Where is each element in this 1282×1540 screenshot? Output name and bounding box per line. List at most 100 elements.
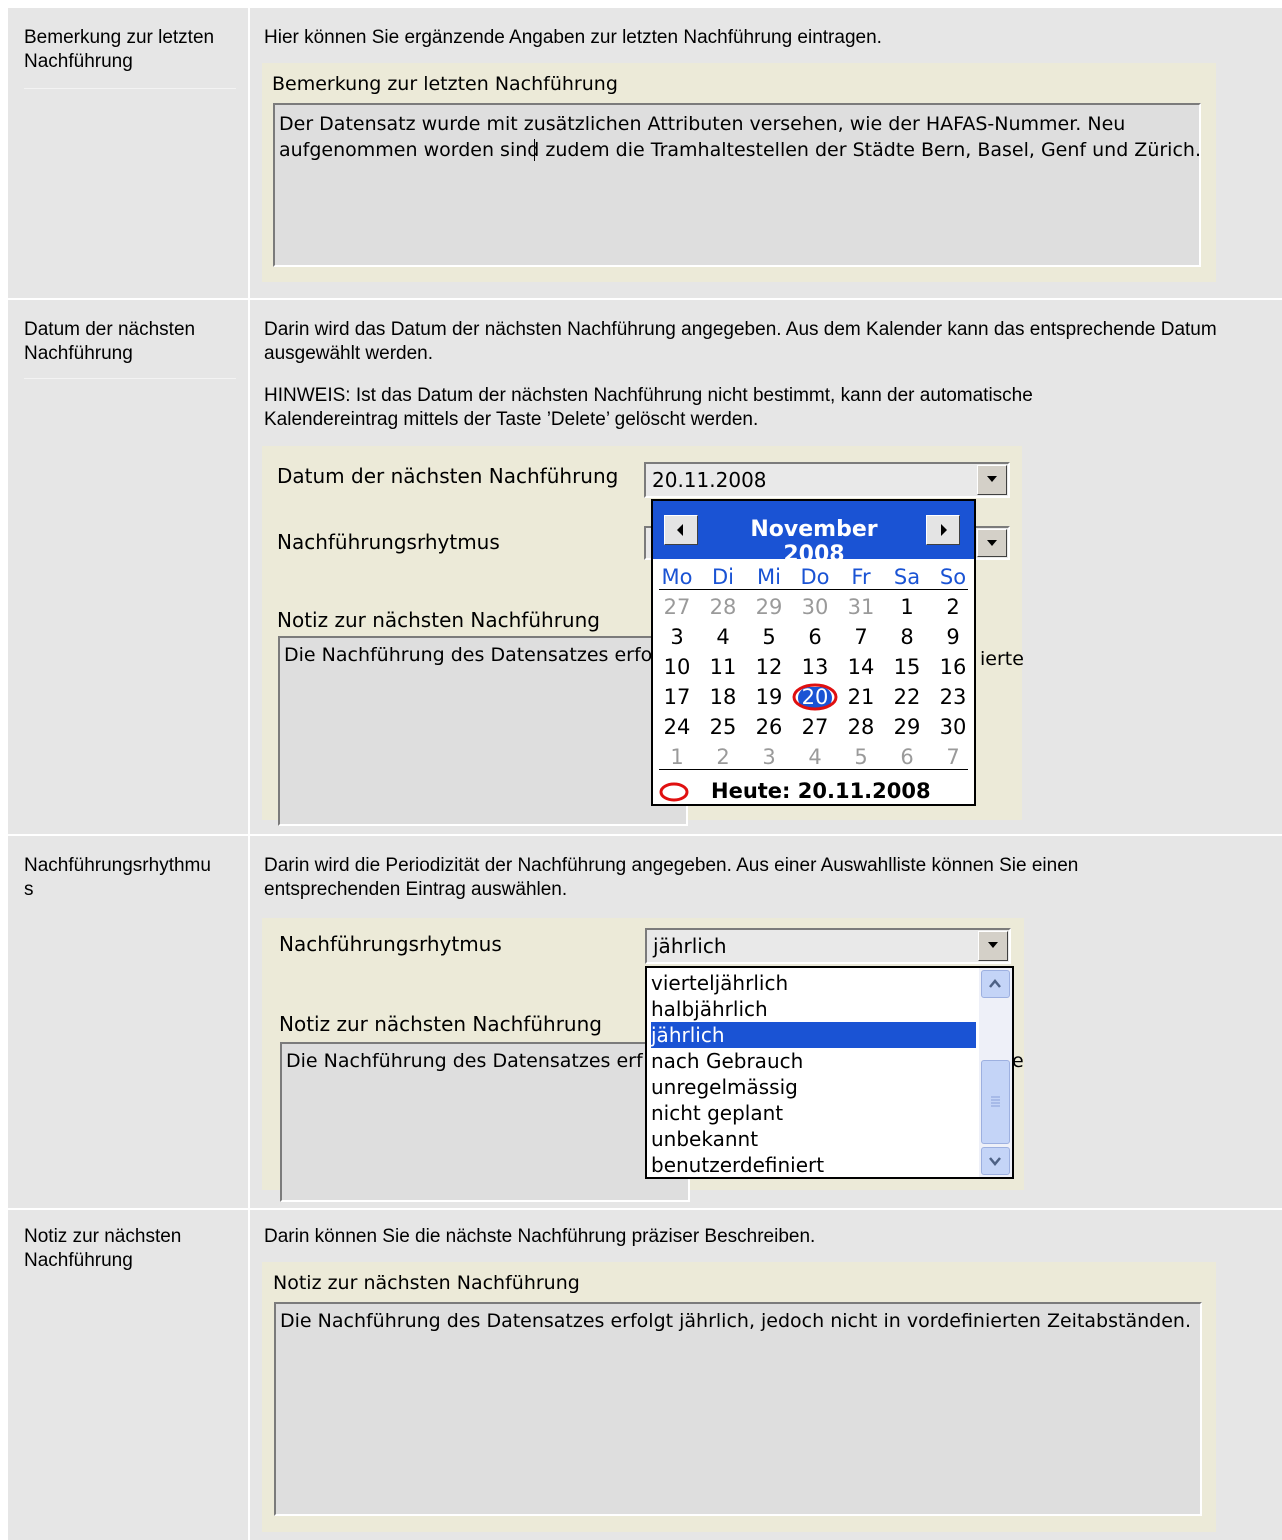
calendar-month-title: November 2008 [750, 517, 878, 567]
notiz-textarea[interactable]: Die Nachführung des Datensatzes erfolgt … [274, 1302, 1202, 1516]
textarea-line: aufgenommen worden sind zudem die Tramha… [279, 139, 1201, 161]
date-combobox[interactable]: 20.11.2008 [644, 462, 1010, 498]
list-option[interactable]: nicht geplant [651, 1100, 976, 1126]
weekday-header: Mo [661, 565, 693, 589]
calendar-day[interactable]: 25 [701, 715, 745, 739]
chevron-down-icon [987, 540, 997, 546]
calendar-day[interactable]: 21 [839, 685, 883, 709]
dropdown-button[interactable] [978, 931, 1008, 961]
calendar-day[interactable]: 2 [701, 745, 745, 769]
calendar-day[interactable]: 6 [885, 745, 929, 769]
calendar-day[interactable]: 10 [655, 655, 699, 679]
scroll-up-button[interactable] [981, 970, 1010, 998]
calendar-day[interactable]: 12 [747, 655, 791, 679]
list-option[interactable]: unregelmässig [651, 1074, 976, 1100]
row-divider [8, 298, 1282, 300]
note-textarea[interactable]: Die Nachführung des Datensatzes erfo [278, 636, 688, 826]
grip-icon [991, 1096, 1000, 1107]
calendar-day[interactable]: 28 [839, 715, 883, 739]
arrow-right-icon [941, 524, 947, 536]
calendar-day[interactable]: 24 [655, 715, 699, 739]
list-option[interactable]: vierteljährlich [651, 970, 976, 996]
rhythm-dropdown-list[interactable]: vierteljährlich halbjährlich jährlich nach … [645, 966, 1014, 1179]
list-option[interactable]: unbekannt [651, 1126, 976, 1152]
calendar-day[interactable]: 4 [793, 745, 837, 769]
calendar-day[interactable]: 23 [931, 685, 975, 709]
list-option[interactable]: halbjährlich [651, 996, 976, 1022]
calendar-day[interactable]: 1 [885, 595, 929, 619]
screenshot-notiz: Notiz zur nächsten Nachführung Die Nachf… [262, 1262, 1216, 1532]
row-label-rhythmus: Nachführungsrhythmu s [24, 855, 211, 900]
field-label: Notiz zur nächsten Nachführung [273, 1272, 580, 1294]
row-description: Darin können Sie die nächste Nachführung… [264, 1226, 816, 1247]
today-link[interactable]: Heute: 20.11.2008 [711, 779, 931, 803]
prev-month-button[interactable] [664, 515, 698, 545]
calendar-day[interactable]: 3 [747, 745, 791, 769]
calendar-day[interactable]: 18 [701, 685, 745, 709]
scrollbar[interactable] [979, 968, 1012, 1177]
chevron-down-icon [988, 942, 998, 948]
calendar-day[interactable]: 30 [793, 595, 837, 619]
bemerkung-textarea[interactable]: Der Datensatz wurde mit zusätzlichen Att… [273, 103, 1201, 267]
row-label-datum: Datum der nächsten Nachführung [24, 319, 196, 364]
today-divider [659, 769, 968, 770]
label-underline [24, 88, 236, 89]
textarea-line: Die Nachführung des Datensatzes erf [286, 1050, 643, 1072]
chevron-down-icon [987, 476, 997, 482]
note-label: Notiz zur nächsten Nachführung [279, 1012, 602, 1036]
calendar-day[interactable]: 5 [747, 625, 791, 649]
calendar-day[interactable]: 6 [793, 625, 837, 649]
calendar-popup[interactable]: November 2008 Mo Di Mi Do Fr Sa So 27 28 29 30 31 1 2… [651, 499, 976, 806]
dropdown-button[interactable] [977, 465, 1007, 495]
calendar-day[interactable]: 5 [839, 745, 883, 769]
calendar-day[interactable]: 11 [701, 655, 745, 679]
arrow-left-icon [677, 524, 683, 536]
row-description: Darin wird das Datum der nächsten Nachfü… [264, 319, 1217, 364]
calendar-day[interactable]: 16 [931, 655, 975, 679]
calendar-day[interactable]: 30 [931, 715, 975, 739]
textarea-line: Die Nachführung des Datensatzes erfo [284, 644, 653, 666]
column-divider [248, 8, 250, 1540]
calendar-day[interactable]: 17 [655, 685, 699, 709]
dropdown-button[interactable] [977, 529, 1007, 557]
label-underline [24, 378, 236, 379]
calendar-day[interactable]: 8 [885, 625, 929, 649]
next-month-button[interactable] [926, 515, 960, 545]
calendar-day[interactable]: 9 [931, 625, 975, 649]
note-text-tail: ierte [980, 648, 1024, 670]
calendar-day[interactable]: 7 [839, 625, 883, 649]
rhythm-label: Nachführungsrhytmus [277, 530, 500, 554]
date-value: 20.11.2008 [652, 468, 767, 492]
rhythm-combobox[interactable]: jährlich [645, 928, 1011, 964]
calendar-day[interactable]: 29 [747, 595, 791, 619]
scroll-down-button[interactable] [981, 1147, 1010, 1175]
weekday-header: Do [800, 565, 830, 589]
row-description: Hier können Sie ergänzende Angaben zur l… [264, 27, 882, 48]
calendar-day[interactable]: 27 [793, 715, 837, 739]
calendar-day[interactable]: 2 [931, 595, 975, 619]
calendar-day[interactable]: 27 [655, 595, 699, 619]
calendar-day[interactable]: 22 [885, 685, 929, 709]
row-divider [8, 834, 1282, 836]
calendar-day[interactable]: 19 [747, 685, 791, 709]
calendar-day[interactable]: 15 [885, 655, 929, 679]
calendar-day[interactable]: 3 [655, 625, 699, 649]
calendar-day[interactable]: 26 [747, 715, 791, 739]
scroll-thumb[interactable] [981, 1060, 1010, 1144]
calendar-day[interactable]: 1 [655, 745, 699, 769]
calendar-day[interactable]: 14 [839, 655, 883, 679]
calendar-day[interactable]: 31 [839, 595, 883, 619]
list-option-selected[interactable]: jährlich [651, 1022, 976, 1048]
calendar-day[interactable]: 7 [931, 745, 975, 769]
row-divider [8, 1208, 1282, 1210]
list-option[interactable]: nach Gebrauch [651, 1048, 976, 1074]
list-option[interactable]: benutzerdefiniert [651, 1152, 976, 1178]
today-circle-icon [792, 683, 838, 711]
calendar-day[interactable]: 13 [793, 655, 837, 679]
today-circle-icon [659, 782, 689, 802]
text-cursor [534, 139, 535, 161]
calendar-day[interactable]: 29 [885, 715, 929, 739]
note-textarea[interactable]: Die Nachführung des Datensatzes erf [280, 1042, 690, 1202]
calendar-day[interactable]: 28 [701, 595, 745, 619]
calendar-day[interactable]: 4 [701, 625, 745, 649]
